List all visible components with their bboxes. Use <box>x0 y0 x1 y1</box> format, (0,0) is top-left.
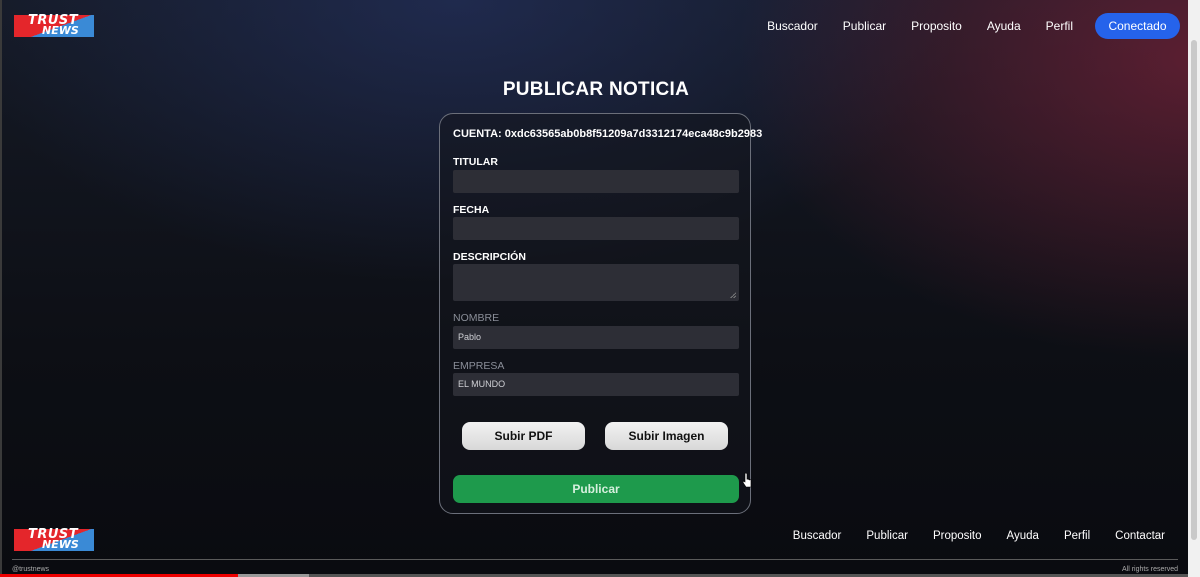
logo-text-news: NEWS <box>42 24 79 37</box>
account-address: CUENTA: 0xdc63565ab0b8f51209a7d3312174ec… <box>453 128 763 140</box>
footer-divider <box>12 559 1178 560</box>
footer-nav-ayuda[interactable]: Ayuda <box>1007 530 1039 542</box>
nav-publicar[interactable]: Publicar <box>843 19 886 33</box>
upload-pdf-button[interactable]: Subir PDF <box>462 422 585 450</box>
connected-wallet-button[interactable]: Conectado <box>1095 13 1180 39</box>
nav-perfil[interactable]: Perfil <box>1046 19 1073 33</box>
footer-nav-buscador[interactable]: Buscador <box>793 530 842 542</box>
pointer-cursor-icon <box>742 472 752 488</box>
descripcion-label: DESCRIPCIÓN <box>453 251 526 263</box>
nombre-value: Pablo <box>458 332 482 342</box>
titular-input[interactable] <box>453 170 739 193</box>
trustnews-logo[interactable]: TRUST NEWS <box>14 13 94 37</box>
nav-proposito[interactable]: Proposito <box>911 19 962 33</box>
resize-handle-icon[interactable] <box>730 292 736 298</box>
footer-nav: Buscador Publicar Proposito Ayuda Perfil… <box>793 530 1165 542</box>
page-title: PUBLICAR NOTICIA <box>502 79 690 100</box>
footer-nav-publicar[interactable]: Publicar <box>866 530 908 542</box>
footer-logo-text-news: NEWS <box>42 538 79 551</box>
footer-nav-proposito[interactable]: Proposito <box>933 530 982 542</box>
footer-logo[interactable]: TRUST NEWS <box>14 527 94 551</box>
publish-form: CUENTA: 0xdc63565ab0b8f51209a7d3312174ec… <box>439 113 762 514</box>
nombre-label: NOMBRE <box>453 312 500 324</box>
descripcion-textarea[interactable] <box>453 264 739 301</box>
fecha-label: FECHA <box>453 204 490 216</box>
titular-label: TITULAR <box>453 156 498 168</box>
nav-buscador[interactable]: Buscador <box>767 19 818 33</box>
footer-rights: All rights reserved <box>1121 566 1178 573</box>
footer-nav-contactar[interactable]: Contactar <box>1115 530 1165 542</box>
nombre-input: Pablo <box>453 326 739 349</box>
empresa-label: EMPRESA <box>453 360 505 372</box>
empresa-value: EL MUNDO <box>458 379 506 389</box>
scrollbar[interactable] <box>1188 0 1200 577</box>
upload-image-button[interactable]: Subir Imagen <box>605 422 728 450</box>
top-nav: Buscador Publicar Proposito Ayuda Perfil <box>767 19 1073 33</box>
scrollbar-thumb[interactable] <box>1191 40 1197 540</box>
fecha-input[interactable] <box>453 217 739 240</box>
empresa-input: EL MUNDO <box>453 373 739 396</box>
publish-button[interactable]: Publicar <box>453 475 739 503</box>
footer-nav-perfil[interactable]: Perfil <box>1064 530 1090 542</box>
footer-handle: @trustnews <box>12 566 50 573</box>
nav-ayuda[interactable]: Ayuda <box>987 19 1021 33</box>
